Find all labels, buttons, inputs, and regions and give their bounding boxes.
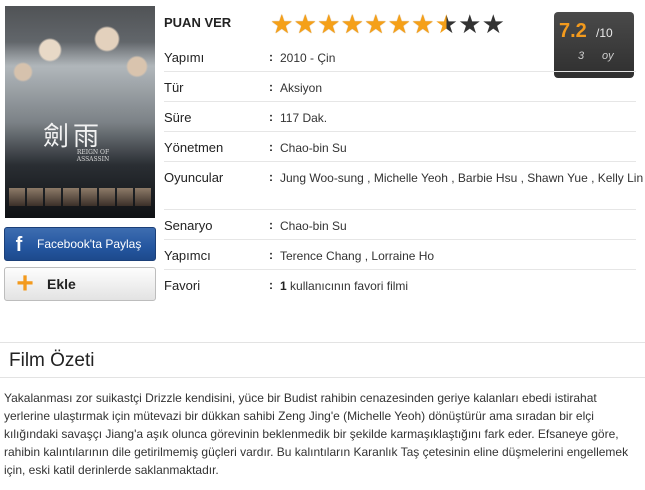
add-button[interactable]: + Ekle	[4, 267, 156, 301]
colon: :	[269, 278, 273, 292]
star-icon[interactable]: ★	[294, 10, 318, 38]
colon: :	[269, 80, 273, 94]
colon: :	[269, 248, 273, 262]
yapimi-value: 2010 - Çin	[280, 51, 336, 65]
poster-cast-faces	[5, 6, 155, 116]
senaryo-label: Senaryo	[164, 218, 213, 233]
facebook-icon: f	[15, 234, 23, 256]
star-icon[interactable]: ★	[341, 10, 365, 38]
colon: :	[269, 50, 273, 64]
divider	[164, 209, 636, 210]
facebook-share-button[interactable]: f Facebook'ta Paylaş	[4, 227, 156, 261]
divider	[0, 342, 645, 343]
colon: :	[269, 170, 273, 184]
oyuncular-value[interactable]: Jung Woo-sung , Michelle Yeoh , Barbie H…	[280, 170, 645, 187]
rating-score: 7.2	[559, 20, 587, 42]
senaryo-value[interactable]: Chao-bin Su	[280, 218, 645, 235]
divider	[164, 101, 636, 102]
star-icon[interactable]: ★	[317, 10, 341, 38]
poster-cast-strip	[9, 188, 151, 206]
divider	[164, 239, 636, 240]
star-icon[interactable]: ★	[270, 10, 294, 38]
tur-value[interactable]: Aksiyon	[280, 80, 645, 97]
movie-poster: 劍雨 REIGN OF ASSASSIN	[5, 6, 155, 218]
star-icon[interactable]: ★	[458, 10, 482, 38]
star-icon[interactable]: ★	[364, 10, 388, 38]
rate-label: PUAN VER	[164, 15, 232, 30]
facebook-share-label: Facebook'ta Paylaş	[37, 237, 142, 251]
sure-value: 117 Dak.	[280, 111, 328, 125]
favori-count: 1	[280, 279, 287, 293]
star-icon[interactable]: ★	[411, 10, 435, 38]
star-icon[interactable]: ★	[435, 10, 459, 38]
yapimi-label: Yapımı	[164, 50, 205, 65]
sure-label: Süre	[164, 110, 192, 125]
favori-value: 1 kullanıcının favori filmi	[280, 278, 645, 295]
divider	[0, 377, 645, 378]
oyuncular-label: Oyuncular	[164, 170, 224, 185]
summary-text: Yakalanması zor suikastçi Drizzle kendis…	[4, 391, 629, 477]
star-icon[interactable]: ★	[388, 10, 412, 38]
plus-icon: +	[16, 267, 34, 300]
divider	[164, 161, 636, 162]
favori-label: Favori	[164, 278, 201, 293]
yonetmen-label: Yönetmen	[164, 140, 224, 155]
colon: :	[269, 110, 273, 124]
rating-score-box: 7.2 /10 3 oy	[554, 12, 634, 78]
tur-label: Tür	[164, 80, 184, 95]
colon: :	[269, 218, 273, 232]
yapimci-value[interactable]: Terence Chang , Lorraine Ho	[280, 248, 645, 265]
poster-subtitle: REIGN OF ASSASSIN	[76, 149, 110, 163]
favori-text: kullanıcının favori filmi	[290, 279, 409, 293]
star-icon[interactable]: ★	[482, 10, 506, 38]
divider	[164, 269, 636, 270]
summary-title: Film Özeti	[9, 350, 95, 371]
divider	[164, 71, 636, 72]
rating-out-of: /10	[596, 26, 613, 40]
divider	[164, 131, 636, 132]
colon: :	[269, 140, 273, 154]
yapimci-label: Yapımcı	[164, 248, 211, 263]
poster-title-calligraphy: 劍雨	[43, 122, 104, 152]
star-rating[interactable]: ★ ★ ★ ★ ★ ★ ★ ★ ★ ★	[270, 10, 505, 38]
yonetmen-value[interactable]: Chao-bin Su	[280, 140, 645, 157]
add-button-label: Ekle	[47, 276, 76, 292]
